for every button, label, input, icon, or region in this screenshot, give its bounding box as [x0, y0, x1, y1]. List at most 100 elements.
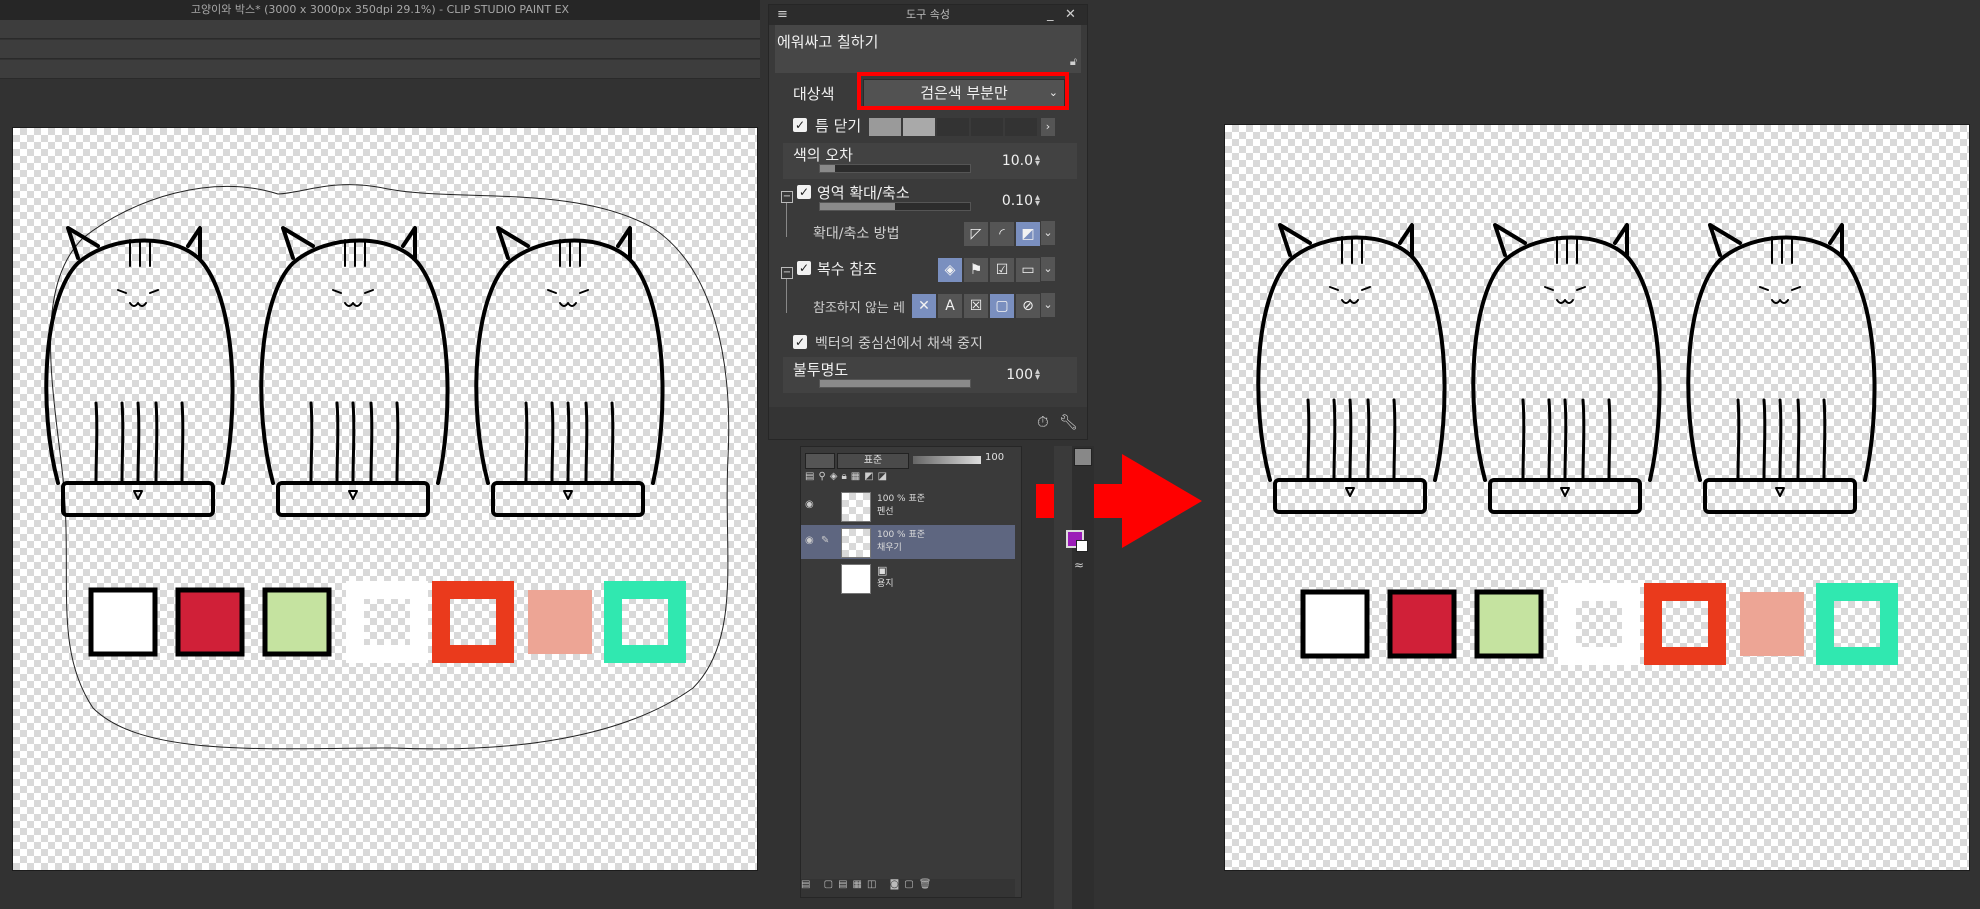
cat-leg	[369, 401, 374, 485]
tool-property-panel: ≡ 도구 속성 _ ✕ 에워싸고 칠하기 🔓︎ 대상색 검은색 부분만 ⌄ ✓ …	[768, 4, 1088, 440]
opacity-value: 100	[1006, 367, 1033, 383]
scaling-mode-fill-icon[interactable]: ◩	[1015, 221, 1041, 247]
cat-leg	[1547, 398, 1552, 482]
area-scaling-label: 영역 확대/축소	[817, 184, 910, 202]
side-strip-inner	[1072, 446, 1094, 909]
swatch-salmon	[528, 590, 592, 654]
layer-title: 채우기	[877, 543, 902, 553]
layer-info: 100 % 표준	[877, 530, 926, 540]
gap-level-2[interactable]	[903, 118, 935, 136]
chevron-down-icon[interactable]: ⌄	[1041, 293, 1055, 317]
panel-header: ≡ 도구 속성 _ ✕	[769, 5, 1087, 25]
spin-icon[interactable]: ▴ ▾	[1035, 193, 1040, 209]
vector-stop-checkbox[interactable]: ✓	[793, 335, 807, 349]
scaling-mode-corner-icon[interactable]: ◸	[963, 221, 989, 247]
toolbar-strip	[0, 40, 760, 59]
collapse-icon[interactable]: −	[781, 191, 793, 203]
tool-name: 에워싸고 칠하기	[777, 33, 879, 51]
target-color-label: 대상색	[793, 85, 835, 103]
multi-refer-checkbox[interactable]: ✓	[797, 261, 811, 275]
exclude-text-icon[interactable]: A	[937, 293, 963, 319]
refer-all-layers-icon[interactable]: ◈	[937, 257, 963, 283]
scaling-mode-round-icon[interactable]: ◜	[989, 221, 1015, 247]
gap-level-1[interactable]	[869, 118, 901, 136]
reset-icon[interactable]: ⏱	[1037, 413, 1049, 431]
close-icon[interactable]: ✕	[1065, 7, 1076, 23]
swatch-white-frame	[346, 581, 428, 663]
side-tool-strip: ≈	[1054, 446, 1094, 909]
slider-fill	[820, 165, 835, 172]
eye-icon[interactable]: ◉	[805, 499, 814, 510]
spin-icon[interactable]: ▴ ▾	[1035, 153, 1040, 169]
layer-thumbnail	[841, 492, 871, 522]
gap-level-3[interactable]	[937, 118, 969, 136]
exclude-locked-icon[interactable]: ⊘	[1015, 293, 1041, 319]
cat-leg	[1392, 398, 1397, 482]
area-scaling-checkbox[interactable]: ✓	[797, 185, 811, 199]
gap-level-4[interactable]	[971, 118, 1003, 136]
layer-tool-icons[interactable]: ▤⚲◈🔒︎▦◩◪	[805, 471, 1011, 485]
swatch-lime	[262, 587, 332, 657]
chevron-down-icon[interactable]: ⌄	[1041, 221, 1055, 245]
swatch-teal-frame	[604, 581, 686, 663]
swatch-crimson	[175, 587, 245, 657]
area-scaling-slider[interactable]	[819, 202, 971, 211]
cat-leg	[524, 401, 529, 485]
panel-title: 도구 속성	[906, 8, 950, 21]
exclude-draft-icon[interactable]: ✕	[911, 293, 937, 319]
cat-leg	[120, 401, 125, 485]
blend-mode-value: 표준	[863, 455, 883, 466]
swatch-orange-frame	[432, 581, 514, 663]
navigator-icon[interactable]	[1074, 448, 1092, 466]
chevron-right-icon[interactable]: ›	[1041, 118, 1055, 136]
chevron-down-icon[interactable]: ⌄	[1041, 257, 1055, 281]
layer-panel: 표준 100 ▤⚲◈🔒︎▦◩◪ ◉ 100 % 표준 펜선 ◉ ✎ 100 % …	[800, 446, 1022, 898]
layer-row[interactable]: ▣ 용지	[801, 561, 1015, 595]
layer-opacity-slider[interactable]	[913, 456, 981, 464]
wrench-icon[interactable]: 🔧︎	[1059, 413, 1078, 431]
layer-row[interactable]: ◉ 100 % 표준 펜선	[801, 489, 1015, 523]
refer-reference-layer-icon[interactable]: ⚑	[963, 257, 989, 283]
cat-face	[1329, 286, 1371, 304]
blend-mode-select[interactable]: 표준	[837, 453, 909, 469]
refer-folder-icon[interactable]: ▭	[1015, 257, 1041, 283]
cat-leg	[1607, 398, 1612, 482]
layer-footer-icons[interactable]: ▤ ▢▤▦◫ ◙▢🗑︎	[801, 879, 1015, 897]
canvas-before[interactable]	[12, 127, 758, 871]
color-margin-slider[interactable]	[819, 164, 971, 173]
sub-color-icon[interactable]	[1076, 540, 1088, 552]
exclude-edit-icon[interactable]: ☒	[963, 293, 989, 319]
cat-leg	[180, 401, 185, 485]
layer-thumbnail	[841, 564, 871, 594]
cat-row	[1256, 223, 1877, 514]
opacity-slider[interactable]	[819, 379, 971, 388]
cat-face	[1759, 286, 1801, 304]
window-title: 고양이와 박스* (3000 x 3000px 350dpi 29.1%) - …	[0, 0, 760, 20]
cat-drawing	[1686, 223, 1877, 514]
cat-leg	[395, 401, 400, 485]
layer-color-icon[interactable]	[805, 453, 835, 469]
transparent-color-icon[interactable]: ≈	[1074, 558, 1084, 572]
cat-leg	[351, 401, 356, 485]
eye-icon[interactable]: ◉	[805, 535, 814, 546]
canvas-after[interactable]	[1224, 124, 1970, 871]
swatch-crimson	[1387, 589, 1457, 659]
cat-face	[1544, 286, 1586, 304]
slider-fill	[820, 380, 970, 387]
close-gap-checkbox[interactable]: ✓	[793, 118, 807, 132]
cat-box-mark	[1345, 487, 1355, 497]
layer-thumbnail	[841, 528, 871, 558]
paper-icon: ▣	[877, 564, 888, 577]
refer-selected-layers-icon[interactable]: ☑	[989, 257, 1015, 283]
layer-row-selected[interactable]: ◉ ✎ 100 % 표준 채우기	[801, 525, 1015, 559]
spin-icon[interactable]: ▴ ▾	[1035, 367, 1040, 383]
collapse-icon[interactable]: −	[781, 267, 793, 279]
gap-level-5[interactable]	[1005, 118, 1037, 136]
minimize-icon[interactable]: _	[1047, 7, 1054, 23]
cat-leg	[1796, 398, 1801, 482]
cat-row	[44, 226, 665, 517]
cat-box-mark	[133, 490, 143, 500]
lock-icon[interactable]: 🔓︎	[1070, 55, 1077, 69]
exclude-frame-icon[interactable]: ▢	[989, 293, 1015, 319]
swatch-white-frame	[1558, 583, 1640, 665]
